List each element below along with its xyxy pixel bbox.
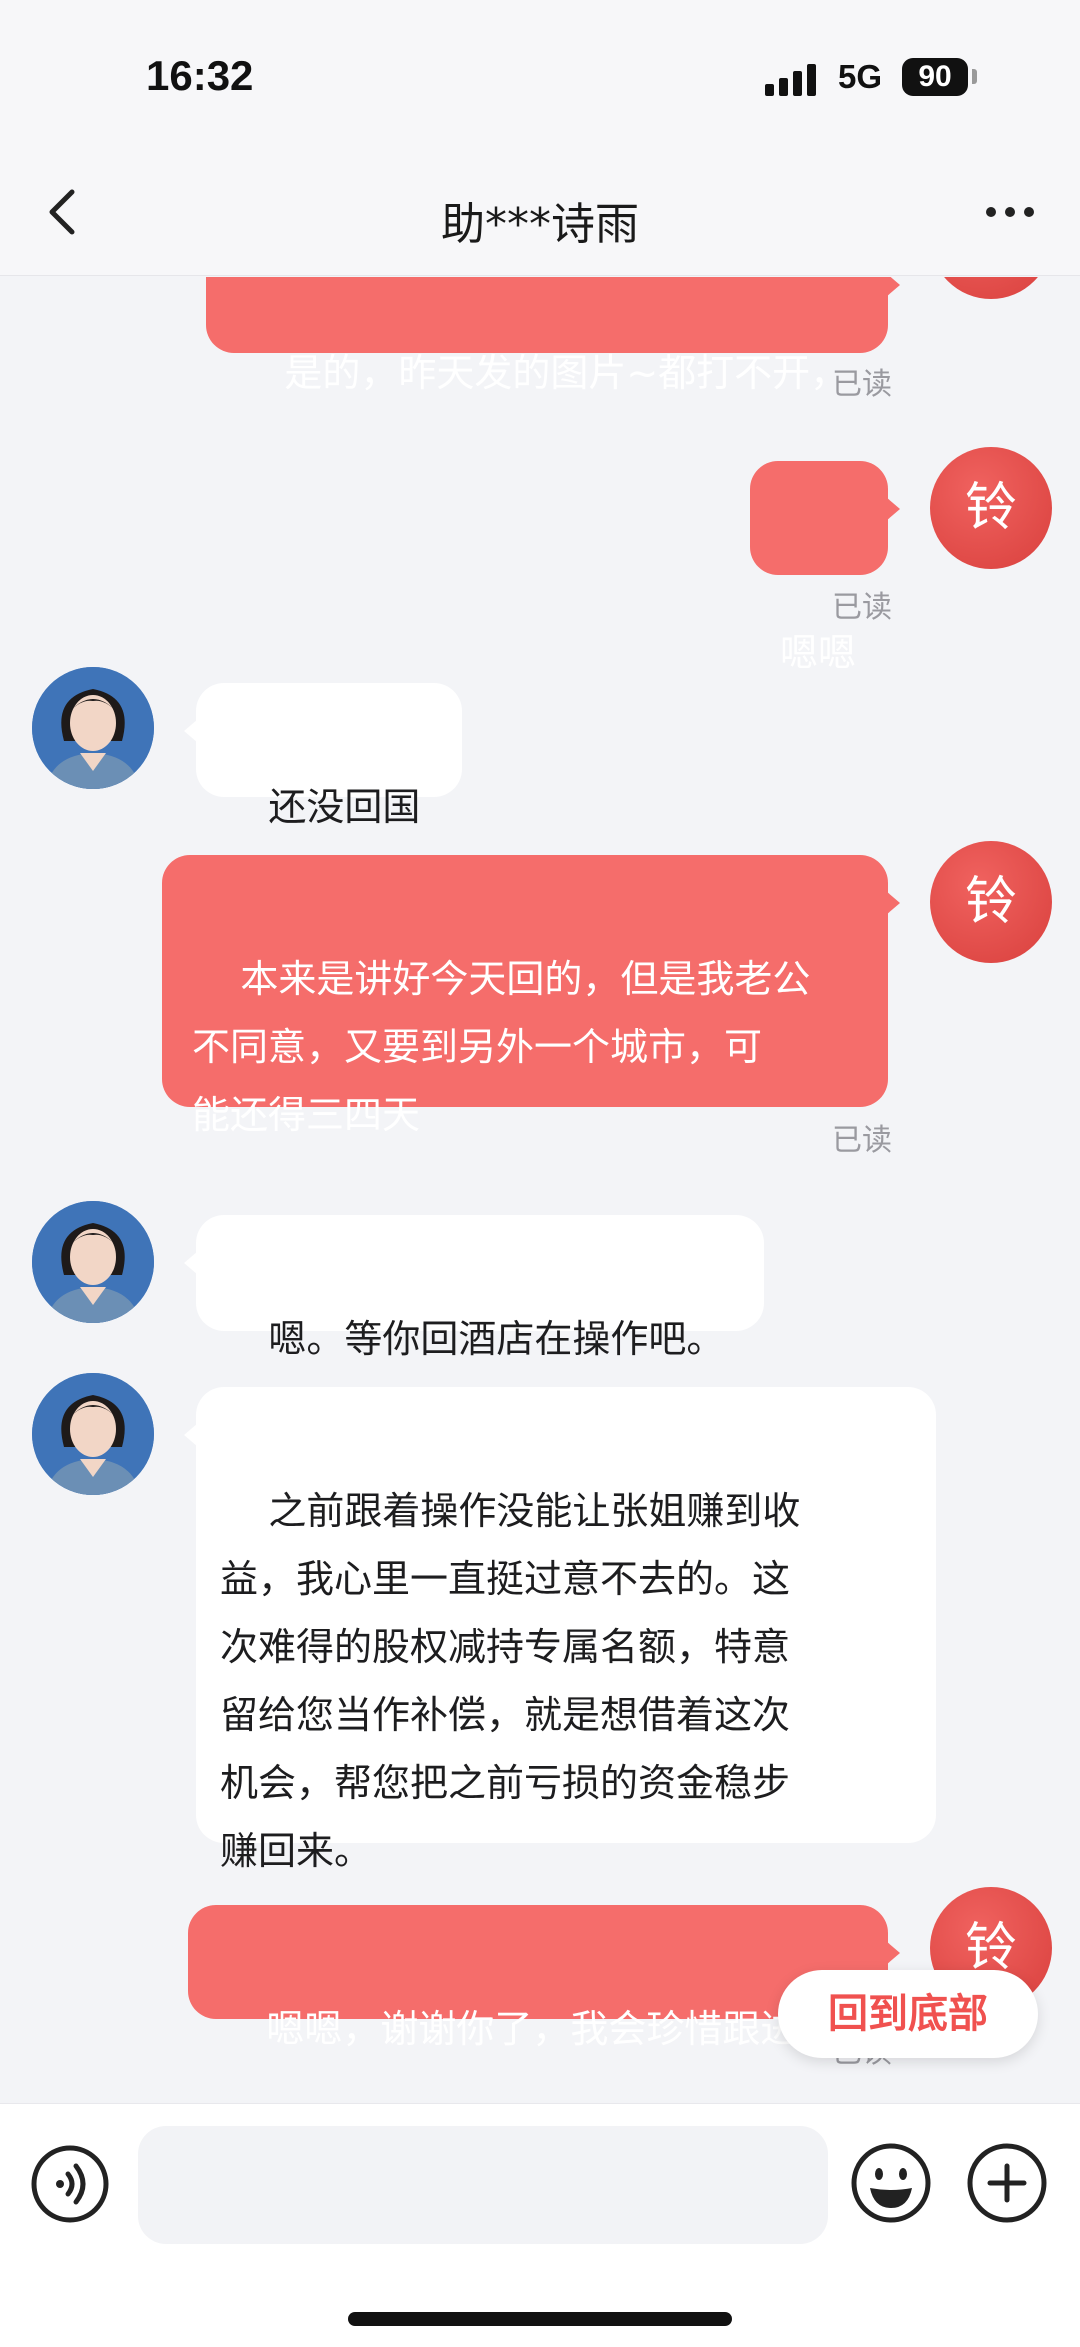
contact-avatar[interactable] bbox=[32, 667, 154, 789]
plus-icon[interactable] bbox=[966, 2142, 1048, 2224]
emoji-icon[interactable] bbox=[850, 2142, 932, 2224]
input-bar bbox=[0, 2103, 1080, 2347]
back-to-bottom-button[interactable]: 回到底部 bbox=[778, 1970, 1038, 2058]
contact-avatar[interactable] bbox=[32, 1201, 154, 1323]
message-text: 之前跟着操作没能让张姐赚到收 益，我心里一直挺过意不去的。这 次难得的股权减持专… bbox=[220, 1489, 801, 1873]
message-list[interactable]: 铃 是的，昨天发的图片~都打不开， 已读 铃 嗯嗯 已读 还没回国啊 铃 本来是… bbox=[0, 277, 1080, 2103]
message-text: 是的，昨天发的图片~都打不开， bbox=[284, 351, 849, 395]
nav-bar: 助***诗雨 bbox=[0, 150, 1080, 276]
battery-tip bbox=[972, 69, 977, 84]
chat-title: 助***诗雨 bbox=[441, 199, 639, 250]
message-text: 嗯。等你回酒店在操作吧。 bbox=[268, 1317, 725, 1361]
message-bubble-incoming[interactable]: 之前跟着操作没能让张姐赚到收 益，我心里一直挺过意不去的。这 次难得的股权减持专… bbox=[184, 1387, 936, 1873]
more-dots-icon[interactable] bbox=[980, 190, 1040, 234]
message-text: 嗯嗯，谢谢你了，我会珍惜跟进的 bbox=[266, 2007, 837, 2051]
message-bubble-outgoing[interactable]: 是的，昨天发的图片~都打不开， bbox=[206, 277, 900, 395]
message-text: 本来是讲好今天回的，但是我老公 不同意，又要到另外一个城市，可 能还得三四天 bbox=[192, 957, 811, 1137]
status-time: 16:32 bbox=[146, 52, 254, 99]
voice-icon[interactable] bbox=[30, 2144, 110, 2224]
my-avatar[interactable]: 铃 bbox=[930, 447, 1052, 569]
message-input[interactable] bbox=[138, 2126, 828, 2244]
signal-icon bbox=[765, 62, 821, 96]
read-receipt: 已读 bbox=[832, 367, 892, 402]
battery-icon: 90 bbox=[902, 58, 968, 96]
home-indicator[interactable] bbox=[348, 2312, 732, 2326]
message-bubble-outgoing[interactable]: 本来是讲好今天回的，但是我老公 不同意，又要到另外一个城市，可 能还得三四天 bbox=[162, 855, 900, 1137]
message-bubble-incoming[interactable]: 还没回国啊 bbox=[184, 683, 462, 897]
network-type: 5G bbox=[838, 58, 883, 95]
contact-avatar[interactable] bbox=[32, 1373, 154, 1495]
read-receipt: 已读 bbox=[832, 1123, 892, 1158]
status-bar: 16:32 5G 90 bbox=[0, 0, 1080, 150]
my-avatar[interactable]: 铃 bbox=[930, 277, 1052, 299]
message-text: 嗯嗯 bbox=[780, 631, 857, 675]
message-bubble-incoming[interactable]: 嗯。等你回酒店在操作吧。 bbox=[184, 1215, 764, 1361]
read-receipt: 已读 bbox=[832, 590, 892, 625]
my-avatar[interactable]: 铃 bbox=[930, 841, 1052, 963]
message-bubble-outgoing[interactable]: 嗯嗯 bbox=[750, 461, 900, 675]
